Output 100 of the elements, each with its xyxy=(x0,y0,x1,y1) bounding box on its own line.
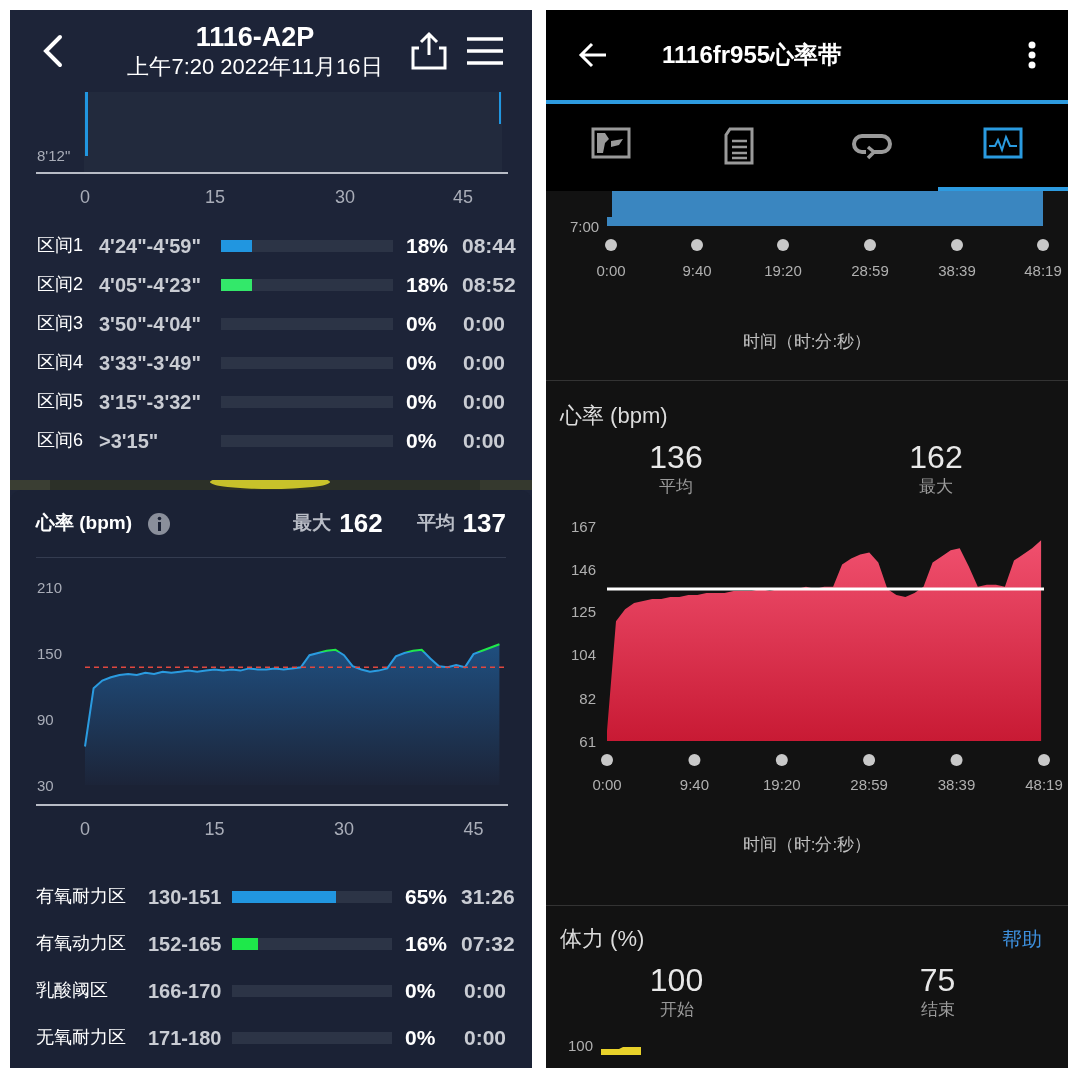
axis-label: 8'12" xyxy=(37,147,71,164)
zone-time: 0:00 xyxy=(462,427,505,454)
axis-label: 48:19 xyxy=(1025,775,1063,793)
section-title: 心率 (bpm) xyxy=(36,511,133,536)
zone-time: 0:00 xyxy=(462,310,505,337)
zone-percent: 0% xyxy=(406,310,438,337)
axis-label: 0:00 xyxy=(592,775,622,793)
axis-label: 82 xyxy=(579,689,596,707)
zone-label: 区间1 xyxy=(37,234,84,257)
zone-range: 3'33"-3'49" xyxy=(99,350,202,376)
axis-dot xyxy=(951,239,963,251)
axis-label: 30 xyxy=(334,819,354,839)
axis-label: 28:59 xyxy=(851,262,889,279)
zone-time: 0:00 xyxy=(462,349,505,376)
axis-label: 61 xyxy=(579,732,596,750)
stat-label: 平均 xyxy=(416,511,455,536)
axis-label: 19:20 xyxy=(763,775,801,793)
axis-dot xyxy=(601,753,613,766)
menu-icon[interactable] xyxy=(466,36,504,66)
axis-dot xyxy=(863,753,876,766)
axis-dot xyxy=(864,239,876,251)
stat-label: 结束 xyxy=(920,999,955,1021)
zone-label: 区间2 xyxy=(37,273,84,296)
axis-label: 90 xyxy=(37,711,54,728)
axis-label: 167 xyxy=(570,517,596,535)
zone-time: 08:44 xyxy=(462,232,516,259)
axis-label: 210 xyxy=(37,579,63,596)
axis-label: 48:19 xyxy=(1024,262,1062,279)
axis-label: 38:39 xyxy=(937,775,976,793)
zone-range: 4'24"-4'59" xyxy=(99,233,202,259)
axis-label: 45 xyxy=(463,819,484,839)
zone-percent: 0% xyxy=(405,1024,437,1051)
stat-label: 开始 xyxy=(659,999,694,1021)
axis-label: 45 xyxy=(453,187,473,207)
zone-label: 有氧耐力区 xyxy=(36,885,127,908)
screen-title: 1116-A2P xyxy=(195,21,315,53)
zone-percent: 18% xyxy=(406,232,450,259)
zone-percent: 18% xyxy=(406,271,450,298)
zone-label: 区间3 xyxy=(37,312,84,335)
stat-value: 100 xyxy=(649,963,704,997)
stat-value: 162 xyxy=(339,507,383,540)
axis-dot xyxy=(950,753,963,766)
screen-title: 1116fr955心率带 xyxy=(662,40,843,70)
axis-label: 150 xyxy=(37,645,63,662)
axis-label: 0 xyxy=(80,819,90,839)
axis-dot xyxy=(1037,239,1049,251)
axis-label: 7:00 xyxy=(570,218,600,235)
zone-label: 区间6 xyxy=(37,429,84,452)
axis-title: 时间（时:分:秒） xyxy=(741,331,873,353)
help-link[interactable]: 帮助 xyxy=(1002,923,1042,954)
axis-label: 30 xyxy=(37,777,54,794)
zone-label: 区间5 xyxy=(37,390,84,413)
axis-label: 38:39 xyxy=(938,262,976,279)
axis-dot xyxy=(605,239,617,251)
axis-label: 19:20 xyxy=(764,262,802,279)
axis-label: 100 xyxy=(567,1036,594,1055)
zone-percent: 0% xyxy=(406,349,438,376)
axis-label: 15 xyxy=(204,819,225,839)
pace-bar xyxy=(85,92,88,156)
axis-label: 0 xyxy=(80,187,90,207)
zone-percent: 65% xyxy=(405,883,449,910)
zone-range: 171-180 xyxy=(148,1025,223,1051)
zone-time: 07:32 xyxy=(461,930,515,957)
zone-time: 0:00 xyxy=(462,1024,506,1051)
stat-label: 最大 xyxy=(919,476,953,498)
stat-label: 最大 xyxy=(293,511,332,536)
stat-value: 162 xyxy=(909,440,963,474)
axis-label: 15 xyxy=(205,187,225,207)
axis-label: 104 xyxy=(570,645,596,663)
zone-time: 0:00 xyxy=(462,977,506,1004)
zone-label: 区间4 xyxy=(37,351,84,374)
back-icon[interactable] xyxy=(578,42,608,68)
zone-percent: 0% xyxy=(406,427,438,454)
zone-time: 08:52 xyxy=(462,271,516,298)
axis-dot xyxy=(1038,753,1050,766)
share-icon[interactable] xyxy=(410,31,448,71)
axis-label: 125 xyxy=(570,602,596,620)
info-icon[interactable] xyxy=(148,512,171,535)
axis-label: 146 xyxy=(570,560,596,578)
zone-range: >3'15" xyxy=(99,428,160,454)
zone-label: 有氧动力区 xyxy=(36,932,127,955)
more-icon[interactable] xyxy=(1028,41,1036,69)
zone-time: 31:26 xyxy=(461,883,515,910)
zone-range: 3'15"-3'32" xyxy=(99,389,202,415)
zone-range: 3'50"-4'04" xyxy=(99,311,202,337)
zone-percent: 0% xyxy=(405,977,437,1004)
zone-range: 166-170 xyxy=(148,978,223,1004)
stat-value: 137 xyxy=(462,507,506,540)
axis-title: 时间（时:分:秒） xyxy=(741,833,873,856)
zone-range: 152-165 xyxy=(148,931,223,957)
axis-label: 30 xyxy=(335,187,355,207)
stat-value: 75 xyxy=(919,963,956,997)
section-title: 心率 (bpm) xyxy=(558,402,669,430)
section-title: 体力 (%) xyxy=(560,925,645,953)
stat-value: 136 xyxy=(649,440,703,474)
stat-label: 平均 xyxy=(659,476,693,498)
axis-label: 9:40 xyxy=(679,775,710,793)
zone-label: 乳酸阈区 xyxy=(36,979,109,1002)
axis-dot xyxy=(775,753,788,766)
date-subtitle: 上午7:20 2022年11月16日 xyxy=(127,53,383,81)
